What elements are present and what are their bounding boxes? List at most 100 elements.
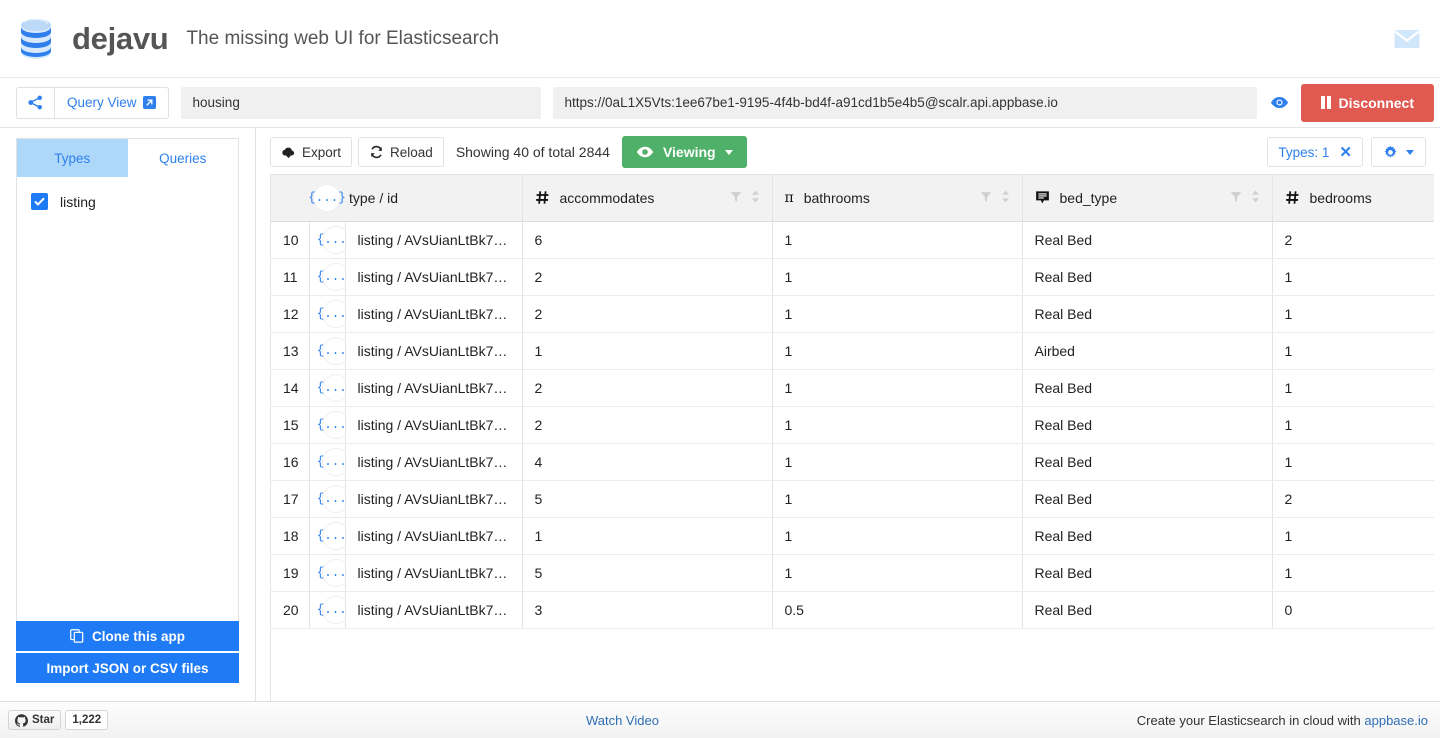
cell-type-id[interactable]: listing / AVsUianLtBk7_I4… — [345, 554, 523, 592]
cell-type-id[interactable]: listing / AVsUianLtBk7_I4… — [345, 517, 523, 555]
row-json-button[interactable]: {...} — [309, 406, 346, 444]
appbase-link[interactable]: appbase.io — [1364, 713, 1428, 728]
table-row[interactable]: 20 {...} listing / AVsUianLtBk7_I4… 30.5Rea… — [271, 591, 1434, 629]
cell-bathrooms[interactable]: 1 — [772, 517, 1023, 555]
cell-bathrooms[interactable]: 1 — [772, 443, 1023, 481]
table-row[interactable]: 13{...}listing / AVsUianLtBk7_I4…11Airbe… — [271, 332, 1434, 370]
reload-button[interactable]: Reload — [358, 137, 444, 167]
table-row[interactable]: 17 {...} listing / AVsUianLtBk7_I4… 51Real … — [271, 480, 1434, 518]
cell-bathrooms[interactable]: 1 — [772, 369, 1023, 407]
row-json-button[interactable]: {...} — [309, 332, 346, 370]
cell-bathrooms[interactable]: 1 — [772, 295, 1023, 333]
cell-accommodates[interactable]: 5 — [522, 554, 773, 592]
table-row[interactable]: 16{...}listing / AVsUianLtBk7_I4…41Real … — [271, 443, 1434, 481]
th-bathrooms[interactable]: π bathrooms — [772, 175, 1023, 222]
table-row[interactable]: 15{...}listing / AVsUianLtBk7_I4…21Real … — [271, 406, 1434, 444]
cell-bedrooms[interactable]: 2 — [1272, 480, 1434, 518]
row-json-button[interactable]: {...} — [309, 221, 346, 259]
row-json-button[interactable]: {...} — [309, 480, 346, 518]
github-star-button[interactable]: Star — [8, 710, 62, 730]
table-row[interactable]: 11{...}listing / AVsUianLtBk7_I4…21Real … — [271, 258, 1434, 296]
row-json-button[interactable]: {...} — [309, 591, 346, 629]
cell-accommodates[interactable]: 6 — [522, 221, 773, 259]
cell-accommodates[interactable]: 2 — [522, 406, 773, 444]
cell-bedrooms[interactable]: 1 — [1272, 443, 1434, 481]
cell-type-id[interactable]: listing / AVsUianLtBk7_I4… — [345, 480, 523, 518]
sort-icon[interactable] — [1251, 190, 1260, 206]
cell-bedrooms[interactable]: 0 — [1272, 591, 1434, 629]
cell-bathrooms[interactable]: 0.5 — [772, 591, 1023, 629]
cell-bathrooms[interactable]: 1 — [772, 221, 1023, 259]
cell-bedrooms[interactable]: 1 — [1272, 517, 1434, 555]
filter-icon[interactable] — [980, 190, 992, 206]
results-table-container[interactable]: {...} type / id accommodates π bathrooms… — [270, 174, 1434, 701]
cell-accommodates[interactable]: 1 — [522, 332, 773, 370]
th-bed-type[interactable]: bed_type — [1022, 175, 1273, 222]
cell-accommodates[interactable]: 2 — [522, 258, 773, 296]
export-button[interactable]: Export — [270, 137, 353, 167]
cell-type-id[interactable]: listing / AVsUianLtBk7_I4… — [345, 406, 523, 444]
cell-bed-type[interactable]: Real Bed — [1022, 406, 1273, 444]
cell-bedrooms[interactable]: 1 — [1272, 295, 1434, 333]
app-name-input[interactable] — [180, 86, 541, 119]
cell-accommodates[interactable]: 1 — [522, 517, 773, 555]
viewing-dropdown-button[interactable]: Viewing — [621, 136, 747, 168]
cell-bed-type[interactable]: Airbed — [1022, 332, 1273, 370]
cell-type-id[interactable]: listing / AVsUianLtBk7_I4… — [345, 591, 523, 629]
cell-bed-type[interactable]: Real Bed — [1022, 480, 1273, 518]
type-checkbox[interactable] — [31, 193, 48, 210]
filter-icon[interactable] — [730, 190, 742, 206]
clone-app-button[interactable]: Clone this app — [16, 621, 239, 651]
cell-accommodates[interactable]: 2 — [522, 369, 773, 407]
cell-type-id[interactable]: listing / AVsUianLtBk7_I4… — [345, 369, 523, 407]
cell-accommodates[interactable]: 3 — [522, 591, 773, 629]
row-json-button[interactable]: {...} — [309, 443, 346, 481]
disconnect-button[interactable]: Disconnect — [1301, 83, 1434, 122]
cell-bed-type[interactable]: Real Bed — [1022, 295, 1273, 333]
row-json-button[interactable]: {...} — [309, 369, 346, 407]
toggle-url-visibility-button[interactable] — [1257, 86, 1302, 119]
close-icon[interactable]: ✕ — [1339, 145, 1352, 160]
filter-icon[interactable] — [1230, 190, 1242, 206]
query-view-button[interactable]: Query View — [54, 86, 169, 119]
import-files-button[interactable]: Import JSON or CSV files — [16, 653, 239, 683]
cell-accommodates[interactable]: 4 — [522, 443, 773, 481]
row-json-button[interactable]: {...} — [309, 517, 346, 555]
cell-bedrooms[interactable]: 1 — [1272, 332, 1434, 370]
cell-bedrooms[interactable]: 2 — [1272, 221, 1434, 259]
row-json-button[interactable]: {...} — [309, 295, 346, 333]
tab-queries[interactable]: Queries — [127, 139, 238, 177]
cell-type-id[interactable]: listing / AVsUianLtBk7_I4… — [345, 258, 523, 296]
cell-bed-type[interactable]: Real Bed — [1022, 369, 1273, 407]
cell-bathrooms[interactable]: 1 — [772, 480, 1023, 518]
cell-bed-type[interactable]: Real Bed — [1022, 221, 1273, 259]
cell-bedrooms[interactable]: 1 — [1272, 258, 1434, 296]
row-json-button[interactable]: {...} — [309, 554, 346, 592]
cell-type-id[interactable]: listing / AVsUianLtBk7_I4… — [345, 443, 523, 481]
table-row[interactable]: 14{...}listing / AVsUianLtBk7_I4…21Real … — [271, 369, 1434, 407]
sort-icon[interactable] — [1001, 190, 1010, 206]
th-bedrooms[interactable]: bedrooms — [1272, 175, 1434, 222]
type-item-listing[interactable]: listing — [17, 189, 238, 214]
cell-type-id[interactable]: listing / AVsUianLtBk7_I4… — [345, 295, 523, 333]
th-accommodates[interactable]: accommodates — [522, 175, 773, 222]
cell-bed-type[interactable]: Real Bed — [1022, 554, 1273, 592]
envelope-icon[interactable] — [1390, 24, 1424, 54]
cell-bed-type[interactable]: Real Bed — [1022, 517, 1273, 555]
table-row[interactable]: 10 {...} listing / AVsUianLtBk7_I4… 61Real … — [271, 221, 1434, 259]
cell-bathrooms[interactable]: 1 — [772, 406, 1023, 444]
tab-types[interactable]: Types — [17, 139, 128, 177]
cell-type-id[interactable]: listing / AVsUianLtBk7_I4… — [345, 221, 523, 259]
cell-accommodates[interactable]: 2 — [522, 295, 773, 333]
table-row[interactable]: 19{...}listing / AVsUianLtBk7_I4…51Real … — [271, 554, 1434, 592]
types-filter-chip[interactable]: Types: 1 ✕ — [1267, 137, 1363, 167]
cell-bed-type[interactable]: Real Bed — [1022, 443, 1273, 481]
row-json-button[interactable]: {...} — [309, 258, 346, 296]
cell-bedrooms[interactable]: 1 — [1272, 554, 1434, 592]
sort-icon[interactable] — [751, 190, 760, 206]
cell-accommodates[interactable]: 5 — [522, 480, 773, 518]
share-button[interactable] — [16, 86, 54, 119]
settings-dropdown-button[interactable] — [1371, 137, 1426, 167]
table-row[interactable]: 18{...}listing / AVsUianLtBk7_I4…11Real … — [271, 517, 1434, 555]
github-star-count[interactable]: 1,222 — [65, 710, 109, 730]
